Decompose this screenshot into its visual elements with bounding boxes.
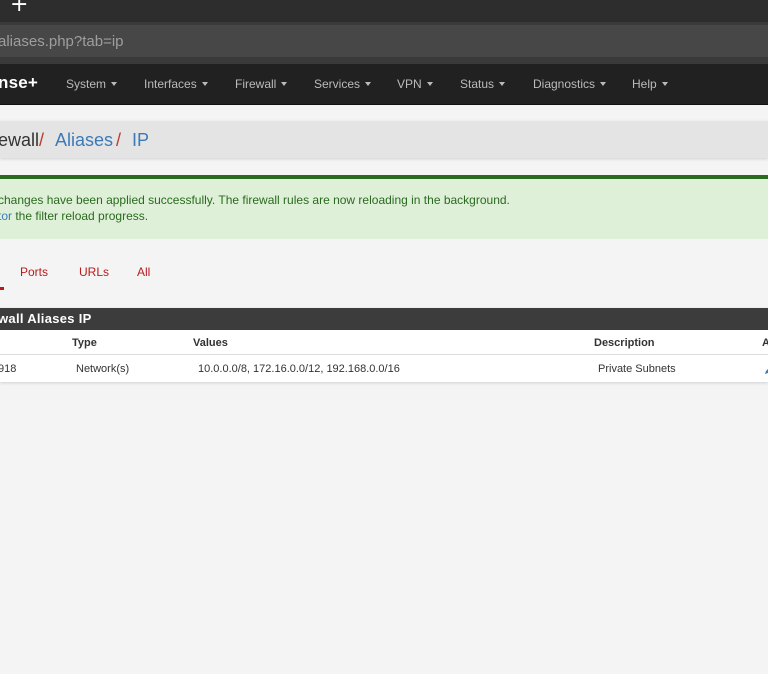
caret-down-icon [426, 81, 433, 86]
browser-toolbar: aliases.php?tab=ip [0, 22, 768, 64]
nav-system[interactable]: System [66, 77, 118, 91]
nav-help-label: Help [632, 77, 657, 91]
top-navbar: nse+ System Interfaces Firewall Services… [0, 64, 768, 105]
caret-down-icon [111, 81, 118, 86]
tab-urls[interactable]: URLs [79, 265, 109, 279]
nav-services[interactable]: Services [314, 77, 372, 91]
success-alert: changes have been applied successfully. … [0, 175, 768, 239]
caret-down-icon [365, 81, 372, 86]
column-header-values[interactable]: Values [193, 337, 228, 349]
browser-tab-strip: + [0, 0, 768, 22]
panel-heading: wall Aliases IP [0, 308, 768, 330]
tab-ports[interactable]: Ports [20, 265, 48, 279]
column-header-actions: A [762, 337, 768, 349]
caret-down-icon [201, 81, 208, 86]
cell-values: 10.0.0.0/8, 172.16.0.0/12, 192.168.0.0/1… [198, 363, 400, 375]
nav-diagnostics[interactable]: Diagnostics [533, 77, 607, 91]
header-divider [0, 354, 768, 355]
nav-system-label: System [66, 77, 107, 91]
brand-logo[interactable]: nse+ [0, 73, 38, 93]
caret-down-icon [281, 81, 288, 86]
nav-vpn-label: VPN [397, 77, 422, 91]
pencil-icon[interactable] [764, 363, 768, 375]
nav-help[interactable]: Help [632, 77, 668, 91]
nav-interfaces-label: Interfaces [144, 77, 197, 91]
column-header-description[interactable]: Description [594, 337, 655, 349]
address-bar[interactable]: aliases.php?tab=ip [0, 25, 768, 57]
panel-title: wall Aliases IP [0, 311, 92, 326]
nav-status-label: Status [460, 77, 495, 91]
alert-monitor-line: tor the filter reload progress. [0, 209, 148, 223]
nav-firewall[interactable]: Firewall [235, 77, 288, 91]
alert-monitor-text: the filter reload progress. [12, 209, 149, 223]
new-tab-button[interactable]: + [10, 0, 28, 16]
monitor-link[interactable]: tor [0, 209, 12, 223]
cell-name: 918 [0, 363, 17, 375]
tab-all[interactable]: All [137, 265, 150, 279]
cell-type: Network(s) [76, 363, 130, 375]
caret-down-icon [600, 81, 607, 86]
nav-vpn[interactable]: VPN [397, 77, 433, 91]
nav-interfaces[interactable]: Interfaces [144, 77, 208, 91]
caret-down-icon [661, 81, 668, 86]
brand-logo-text: nse [0, 73, 28, 92]
address-bar-url[interactable]: aliases.php?tab=ip [0, 33, 124, 50]
breadcrumb-separator: / [39, 130, 45, 150]
nav-firewall-label: Firewall [235, 77, 277, 91]
breadcrumb-ip[interactable]: IP [132, 130, 149, 151]
caret-down-icon [499, 81, 506, 86]
tab-ip-active-indicator[interactable] [0, 287, 4, 290]
column-header-type[interactable]: Type [72, 337, 97, 349]
breadcrumb-separator: / [116, 130, 122, 150]
nav-services-label: Services [314, 77, 361, 91]
breadcrumb: ewall / Aliases / IP [0, 121, 768, 158]
breadcrumb-firewall: ewall [0, 130, 40, 150]
aliases-panel: wall Aliases IP Type Values Description … [0, 308, 768, 382]
brand-logo-plus: + [27, 73, 39, 92]
breadcrumb-aliases[interactable]: Aliases [55, 130, 113, 151]
alert-message: changes have been applied successfully. … [0, 193, 510, 207]
cell-description: Private Subnets [598, 363, 676, 375]
nav-status[interactable]: Status [460, 77, 506, 91]
nav-diagnostics-label: Diagnostics [533, 77, 596, 91]
